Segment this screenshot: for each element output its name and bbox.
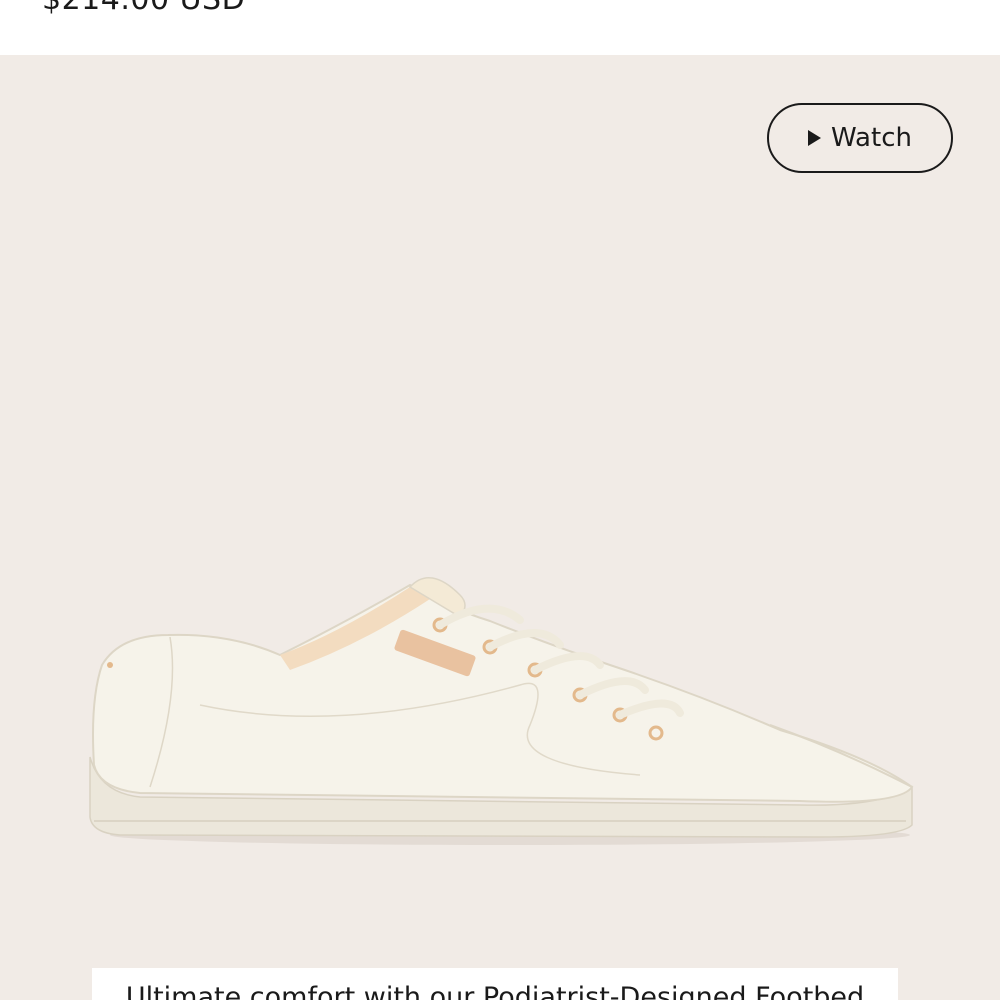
- shoe-upper: [92, 583, 914, 803]
- product-media[interactable]: Watch Ultimate comfort with our Podiatri…: [0, 55, 1000, 1000]
- play-icon: [808, 130, 822, 146]
- watch-button-label: Watch: [831, 123, 912, 153]
- product-caption: Ultimate comfort with our Podiatrist-Des…: [92, 968, 898, 1000]
- watch-video-button[interactable]: Watch: [767, 103, 953, 173]
- product-page: $214.00 USD Watch: [0, 0, 1000, 1000]
- caption-text: Ultimate comfort with our Podiatrist-Des…: [125, 982, 865, 1000]
- product-image-sneaker: [89, 576, 914, 845]
- product-price: $214.00 USD: [42, 0, 245, 18]
